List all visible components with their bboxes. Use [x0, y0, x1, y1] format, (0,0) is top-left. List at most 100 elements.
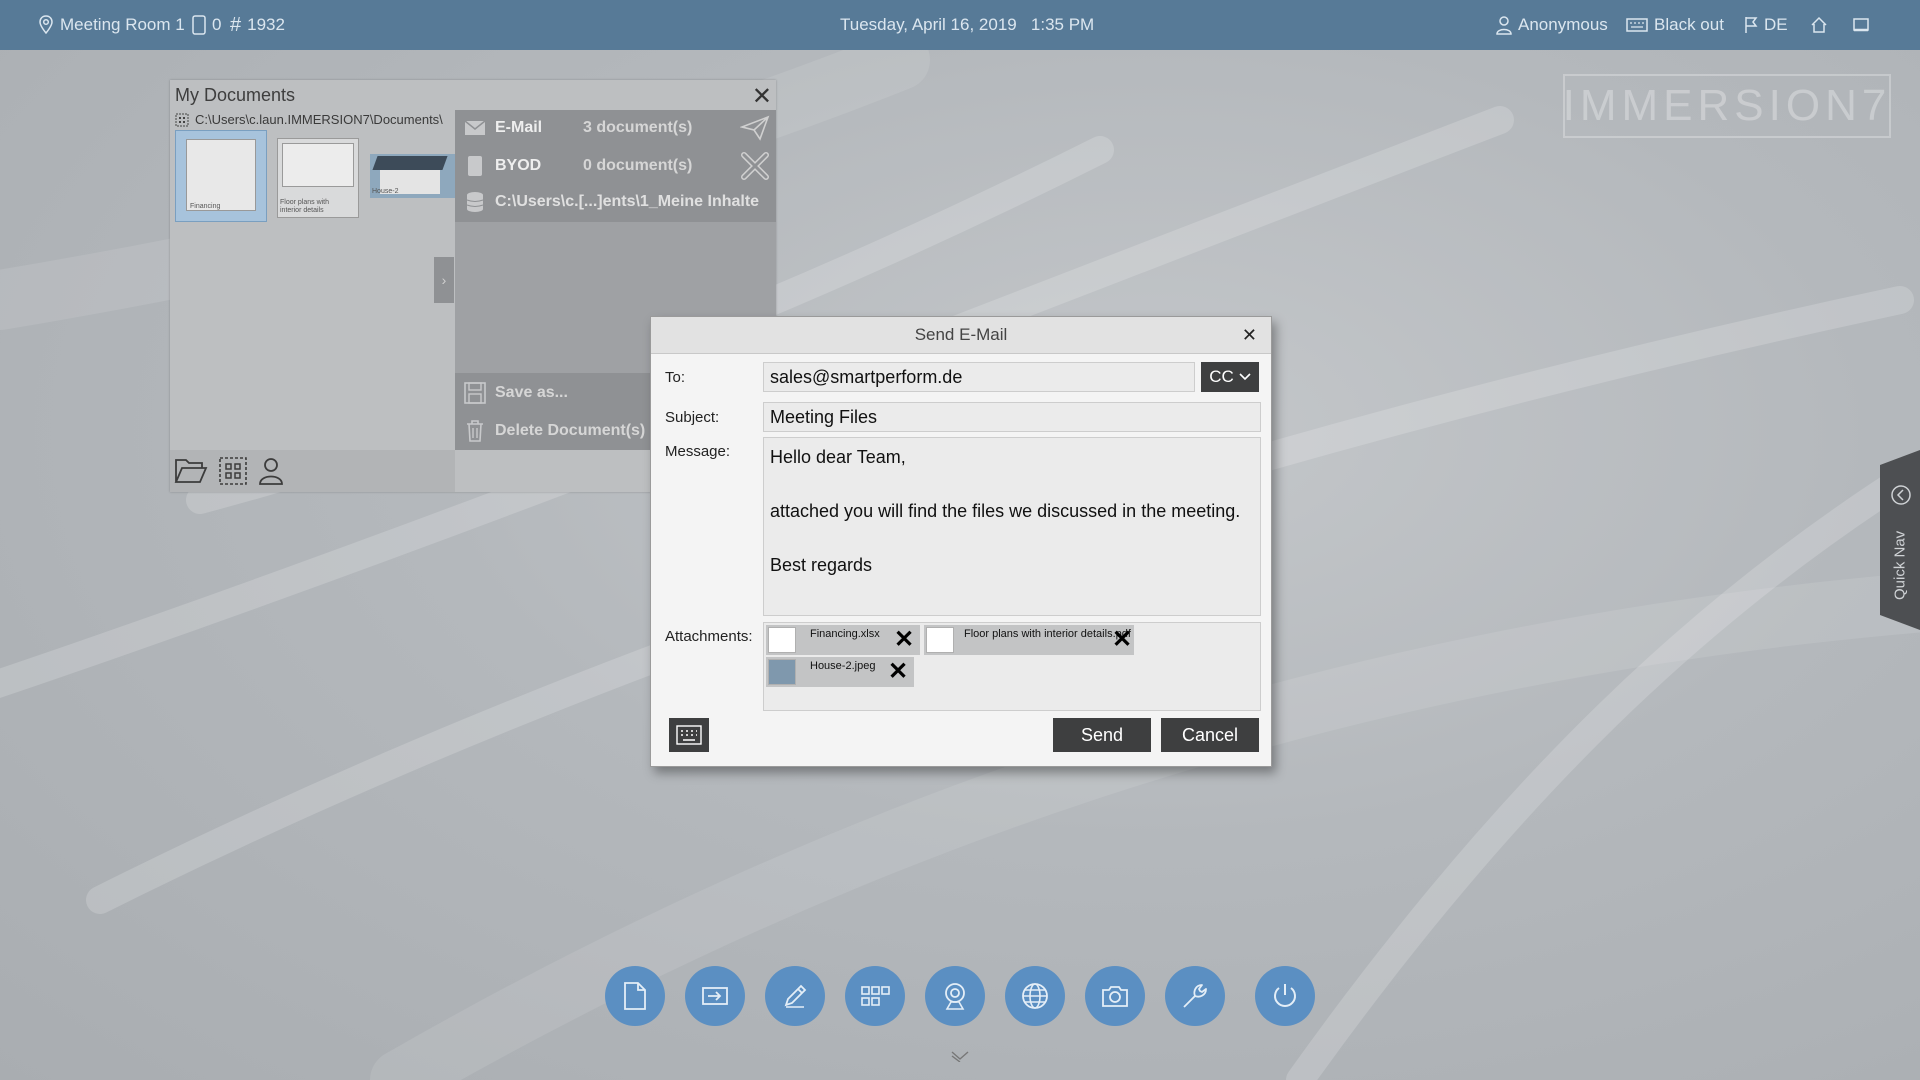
- send-button[interactable]: Send: [1053, 718, 1151, 752]
- dock-webcam-button[interactable]: [925, 966, 985, 1026]
- cancel-button[interactable]: Cancel: [1161, 718, 1259, 752]
- datetime-text: Tuesday, April 16, 2019 1:35 PM: [840, 15, 1095, 34]
- power-icon: [1274, 984, 1296, 1007]
- trash-icon: [467, 420, 483, 442]
- cc-dropdown[interactable]: CC: [1201, 362, 1259, 392]
- keyboard-button[interactable]: [669, 718, 709, 752]
- message-line: [770, 525, 1254, 552]
- send-email-dialog: Send E-Mail ✕ To: sales@smartperform.de …: [650, 316, 1272, 767]
- input-icon: [702, 987, 728, 1005]
- language-label: DE: [1764, 15, 1788, 34]
- pen-icon: [784, 984, 807, 1008]
- attachment-name: House-2.jpeg: [810, 660, 876, 672]
- quick-nav-tab[interactable]: Quick Nav: [1880, 450, 1920, 630]
- camera-icon: [1102, 986, 1128, 1007]
- email-label: E-Mail: [495, 119, 543, 136]
- user-name: Anonymous: [1518, 15, 1608, 34]
- byod-count: 0 document(s): [583, 157, 693, 174]
- globe-icon: [1022, 983, 1048, 1009]
- datetime: Tuesday, April 16, 2019 1:35 PM: [840, 0, 1094, 50]
- document-thumbnail[interactable]: House-2: [370, 154, 455, 198]
- remove-attachment-icon[interactable]: ✕: [1112, 627, 1132, 653]
- dock-camera-button[interactable]: [1085, 966, 1145, 1026]
- chevron-left-circle-icon: [1891, 485, 1911, 505]
- hash-icon: #: [230, 13, 242, 36]
- attachments-label: Attachments:: [665, 628, 753, 645]
- envelope-icon: [464, 120, 486, 135]
- send-icon[interactable]: [740, 115, 770, 141]
- message-line: [770, 471, 1254, 498]
- select-all-icon[interactable]: [218, 456, 248, 486]
- expand-tab[interactable]: ›: [434, 257, 454, 303]
- location-pin-icon: [39, 15, 53, 35]
- thumbnail-caption: Financing: [190, 203, 221, 210]
- share-email-row[interactable]: E-Mail 3 document(s): [455, 110, 776, 146]
- blackout-button[interactable]: Black out: [1626, 0, 1724, 50]
- message-line: attached you will find the files we disc…: [770, 501, 1241, 521]
- dock-browser-button[interactable]: [1005, 966, 1065, 1026]
- room-indicator[interactable]: Meeting Room 1: [38, 0, 185, 50]
- chevron-down-icon[interactable]: [950, 1050, 970, 1062]
- user-indicator[interactable]: Anonymous: [1496, 0, 1608, 50]
- message-line: Hello dear Team,: [770, 447, 906, 467]
- to-label: To:: [665, 369, 686, 386]
- share-disabled-icon: [741, 152, 769, 180]
- to-field[interactable]: sales@smartperform.de: [763, 362, 1195, 392]
- dock-settings-button[interactable]: [1165, 966, 1225, 1026]
- share-byod-row[interactable]: BYOD 0 document(s): [455, 148, 776, 184]
- document-thumbnail[interactable]: Financing: [175, 130, 267, 222]
- path-text: C:\Users\c.laun.IMMERSION7\Documents\: [195, 112, 443, 127]
- message-label: Message:: [665, 443, 731, 460]
- top-bar: Meeting Room 1 0 # 1932 Tuesday, April 1…: [0, 0, 1920, 50]
- message-line: Best regards: [770, 555, 873, 575]
- language-button[interactable]: DE: [1744, 0, 1788, 50]
- document-thumbnail[interactable]: Floor plans with interior details: [277, 138, 359, 218]
- byod-label: BYOD: [495, 157, 542, 174]
- dialog-header: Send E-Mail ✕: [651, 317, 1271, 354]
- share-folder-row[interactable]: C:\Users\c.[...]ents\1_Meine Inhalte: [455, 184, 776, 220]
- chevron-down-icon: [1239, 373, 1251, 381]
- keyboard-icon: [1626, 18, 1648, 32]
- message-field[interactable]: Hello dear Team, attached you will find …: [763, 437, 1261, 616]
- home-button[interactable]: [1810, 0, 1828, 50]
- attachment-chip[interactable]: Floor plans with interior details.pdf ✕: [924, 625, 1134, 655]
- attachment-thumbnail: [768, 659, 796, 685]
- home-icon: [1811, 16, 1827, 33]
- panel-title: My Documents: [175, 85, 296, 105]
- attachments-list: Financing.xlsx ✕ Floor plans with interi…: [763, 622, 1261, 711]
- dock-input-button[interactable]: [685, 966, 745, 1026]
- attachment-chip[interactable]: Financing.xlsx ✕: [766, 625, 920, 655]
- room-name: Meeting Room 1: [60, 15, 185, 34]
- user-icon[interactable]: [258, 456, 284, 486]
- attachment-name: Floor plans with interior details.pdf: [964, 628, 1131, 640]
- tablet-icon: [192, 15, 206, 35]
- apps-grid-icon: [861, 986, 890, 1006]
- subject-field[interactable]: Meeting Files: [763, 402, 1261, 432]
- dock-apps-button[interactable]: [845, 966, 905, 1026]
- quick-nav-label: Quick Nav: [1891, 530, 1909, 600]
- remove-attachment-icon[interactable]: ✕: [888, 659, 908, 685]
- dock-document-button[interactable]: [605, 966, 665, 1026]
- delete-label: Delete Document(s): [495, 422, 646, 439]
- close-icon[interactable]: ✕: [752, 82, 772, 111]
- email-count: 3 document(s): [583, 119, 693, 136]
- document-icon: [624, 982, 646, 1010]
- dialog-title: Send E-Mail: [914, 325, 1008, 344]
- remove-attachment-icon[interactable]: ✕: [894, 627, 914, 653]
- dock-power-button[interactable]: [1255, 966, 1315, 1026]
- device-count: 0: [192, 0, 221, 50]
- subject-value: Meeting Files: [770, 406, 878, 427]
- keyboard-icon: [676, 725, 702, 745]
- cc-label: CC: [1209, 367, 1234, 386]
- pin-indicator: # 1932: [230, 0, 285, 50]
- folder-path: C:\Users\c.laun.IMMERSION7\Documents\: [175, 112, 443, 127]
- folder-open-icon[interactable]: [174, 456, 208, 486]
- brand-logo: IMMERSION7: [1563, 74, 1891, 138]
- dock-pen-button[interactable]: [765, 966, 825, 1026]
- screen-button[interactable]: [1852, 0, 1870, 50]
- attachment-chip[interactable]: House-2.jpeg ✕: [766, 657, 914, 687]
- save-as-label: Save as...: [495, 384, 568, 401]
- panel-toolbar: [170, 450, 455, 492]
- to-value: sales@smartperform.de: [770, 366, 963, 387]
- close-icon[interactable]: ✕: [1242, 317, 1257, 353]
